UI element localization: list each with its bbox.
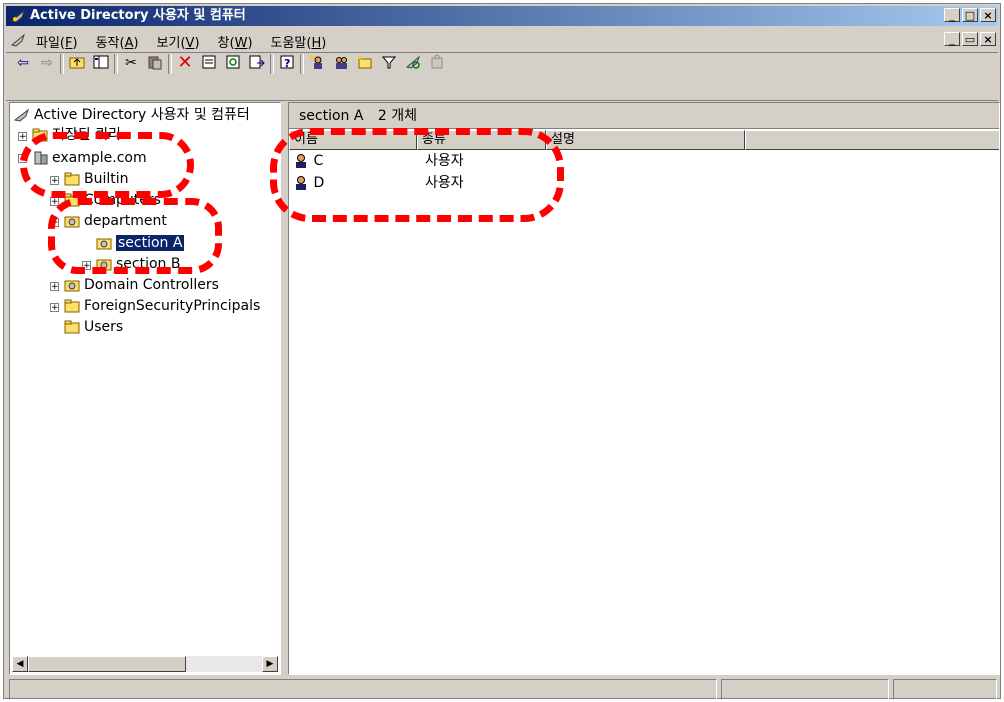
column-header-filler xyxy=(745,130,999,150)
mdi-close-button[interactable]: × xyxy=(980,32,996,46)
tree-item-users[interactable]: Users xyxy=(64,317,123,337)
toolbar: ⇦ ⇨ ✂ ✕ ? xyxy=(6,54,998,101)
console-tree[interactable]: Active Directory 사용자 및 컴퓨터 + 저장된 쿼리 − ex… xyxy=(9,102,281,675)
list-item[interactable]: D xyxy=(293,173,324,193)
tree-item-section-a[interactable]: section A xyxy=(96,233,185,253)
list-item[interactable]: C xyxy=(293,151,323,171)
minimize-button[interactable]: _ xyxy=(944,8,960,22)
find-icon[interactable] xyxy=(404,54,422,72)
add-to-group-icon[interactable] xyxy=(428,54,446,72)
up-folder-icon[interactable] xyxy=(68,54,86,72)
list-item-type: 사용자 xyxy=(425,175,464,191)
mdi-minimize-button[interactable]: _ xyxy=(944,32,960,46)
scroll-thumb[interactable] xyxy=(28,656,186,672)
tree-item-section-b[interactable]: section B xyxy=(96,254,180,274)
ou-folder-icon xyxy=(64,216,80,228)
console-icon[interactable] xyxy=(10,32,26,48)
title-bar[interactable]: Active Directory 사용자 및 컴퓨터 _ □ × xyxy=(6,6,998,26)
delete-icon[interactable]: ✕ xyxy=(176,54,194,72)
column-header-name[interactable]: 이름 xyxy=(289,130,417,150)
menu-bar: 파일(F) 동작(A) 보기(V) 창(W) 도움말(H) _ ▭ × xyxy=(6,28,998,53)
status-panel-3 xyxy=(893,679,997,700)
new-group-icon[interactable] xyxy=(332,54,350,72)
back-icon[interactable]: ⇦ xyxy=(14,54,32,72)
domain-expander[interactable]: − xyxy=(18,154,27,164)
folder-icon xyxy=(64,299,80,313)
scroll-left-button[interactable]: ◀ xyxy=(12,656,28,672)
menu-help[interactable]: 도움말(H) xyxy=(271,32,327,51)
domain-controllers-expander[interactable]: + xyxy=(50,282,59,292)
foreign-expander[interactable]: + xyxy=(50,303,59,313)
properties-icon[interactable] xyxy=(200,54,218,72)
ou-folder-icon xyxy=(96,238,112,250)
refresh-icon[interactable] xyxy=(224,54,242,72)
folder-icon xyxy=(32,128,48,142)
details-pane: section A 2 개체 이름 종류 설명 C 사용자 D 사용자 xyxy=(288,102,1000,675)
user-icon xyxy=(296,176,306,190)
folder-icon xyxy=(64,172,80,186)
svg-text:?: ? xyxy=(284,57,290,70)
folder-icon xyxy=(64,193,80,207)
help-icon[interactable]: ? xyxy=(278,54,296,72)
computers-expander[interactable]: + xyxy=(50,197,59,207)
folder-icon xyxy=(64,320,80,334)
menu-window[interactable]: 창(W) xyxy=(218,32,253,51)
close-button[interactable]: × xyxy=(980,8,996,22)
menu-file[interactable]: 파일(F) xyxy=(36,32,78,51)
show-tree-icon[interactable] xyxy=(92,54,110,72)
list-item-type: 사용자 xyxy=(425,153,464,169)
builtin-expander[interactable]: + xyxy=(50,176,59,186)
tree-item-foreign-security-principals[interactable]: ForeignSecurityPrincipals xyxy=(64,296,260,316)
ou-folder-icon xyxy=(96,259,112,271)
cut-icon[interactable]: ✂ xyxy=(122,54,140,72)
user-icon xyxy=(296,154,306,168)
export-icon[interactable] xyxy=(248,54,266,72)
ad-snapin-icon xyxy=(14,108,29,122)
details-count: 2 개체 xyxy=(377,108,418,124)
details-header: section A 2 개체 xyxy=(289,103,999,129)
tree-item-department[interactable]: department xyxy=(64,211,167,231)
tree-item-builtin[interactable]: Builtin xyxy=(64,169,129,189)
menu-view[interactable]: 보기(V) xyxy=(157,32,200,51)
tree-item-computers[interactable]: Computers xyxy=(64,190,161,210)
department-expander[interactable]: − xyxy=(50,218,59,228)
tree-item-domain-controllers[interactable]: Domain Controllers xyxy=(64,275,219,295)
saved-queries-expander[interactable]: + xyxy=(18,132,27,142)
main-window: Active Directory 사용자 및 컴퓨터 _ □ × 파일(F) 동… xyxy=(3,3,1001,700)
new-user-icon[interactable] xyxy=(308,54,326,72)
column-header-type[interactable]: 종류 xyxy=(417,130,546,150)
status-bar xyxy=(9,679,997,700)
horizontal-scrollbar[interactable]: ◀ ▶ xyxy=(12,656,278,672)
tree-view: Active Directory 사용자 및 컴퓨터 + 저장된 쿼리 − ex… xyxy=(12,105,278,654)
ou-folder-icon xyxy=(64,280,80,292)
status-panel-2 xyxy=(721,679,889,700)
scroll-right-button[interactable]: ▶ xyxy=(262,656,278,672)
details-path: section A xyxy=(299,108,364,124)
maximize-button[interactable]: □ xyxy=(962,8,978,22)
filter-icon[interactable] xyxy=(380,54,398,72)
mdi-restore-button[interactable]: ▭ xyxy=(962,32,978,46)
domain-icon xyxy=(34,151,48,165)
window-title: Active Directory 사용자 및 컴퓨터 xyxy=(30,8,246,23)
paste-icon[interactable] xyxy=(146,54,164,72)
tree-item-saved-queries[interactable]: 저장된 쿼리 xyxy=(32,125,121,145)
forward-icon[interactable]: ⇨ xyxy=(38,54,56,72)
column-header-description[interactable]: 설명 xyxy=(546,130,745,150)
tree-root[interactable]: Active Directory 사용자 및 컴퓨터 xyxy=(14,105,250,125)
section-b-expander[interactable]: + xyxy=(82,261,91,271)
menu-action[interactable]: 동작(A) xyxy=(96,32,139,51)
tree-item-domain[interactable]: example.com xyxy=(32,148,147,168)
status-panel-main xyxy=(9,679,717,700)
new-ou-icon[interactable] xyxy=(356,54,374,72)
ad-snapin-icon xyxy=(10,9,26,23)
